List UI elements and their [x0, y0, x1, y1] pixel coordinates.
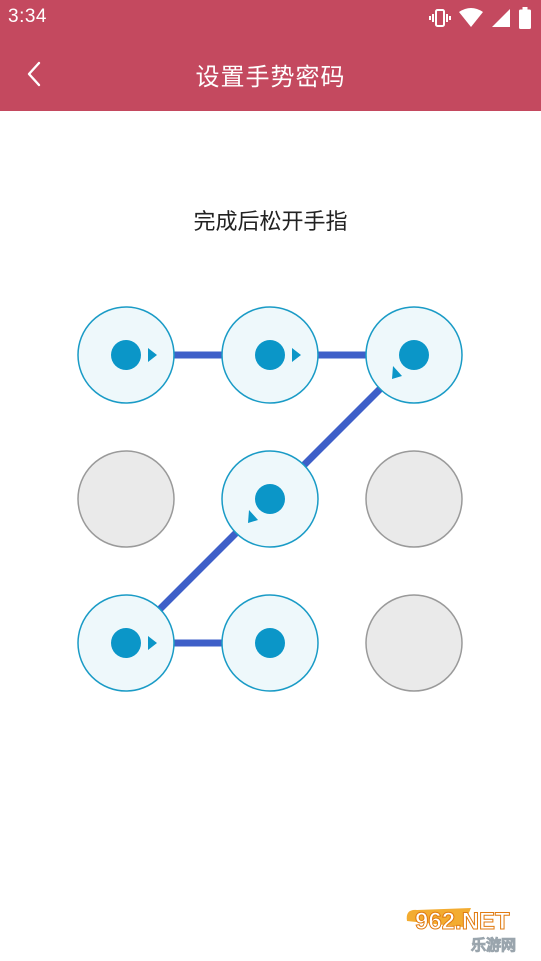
pattern-node-dot — [399, 340, 429, 370]
pattern-node-2[interactable] — [221, 306, 319, 404]
pattern-node-9[interactable] — [365, 594, 463, 692]
pattern-node-dot — [255, 340, 285, 370]
gesture-pattern-grid[interactable] — [0, 0, 541, 961]
pattern-node-4[interactable] — [77, 450, 175, 548]
pattern-node-7[interactable] — [77, 594, 175, 692]
pattern-nodes — [77, 306, 463, 692]
watermark-logo: 962.NET 乐游网 — [406, 908, 516, 954]
watermark-brand: 962.NET — [415, 908, 510, 935]
pattern-node-6[interactable] — [365, 450, 463, 548]
watermark-sub: 乐游网 — [471, 936, 516, 954]
pattern-node-dot — [111, 340, 141, 370]
pattern-node-3[interactable] — [365, 306, 463, 404]
pattern-node-dot — [255, 484, 285, 514]
pattern-node-5[interactable] — [221, 450, 319, 548]
pattern-node-8[interactable] — [221, 594, 319, 692]
pattern-node-dot — [255, 628, 285, 658]
pattern-node-1[interactable] — [77, 306, 175, 404]
pattern-node-dot — [111, 628, 141, 658]
